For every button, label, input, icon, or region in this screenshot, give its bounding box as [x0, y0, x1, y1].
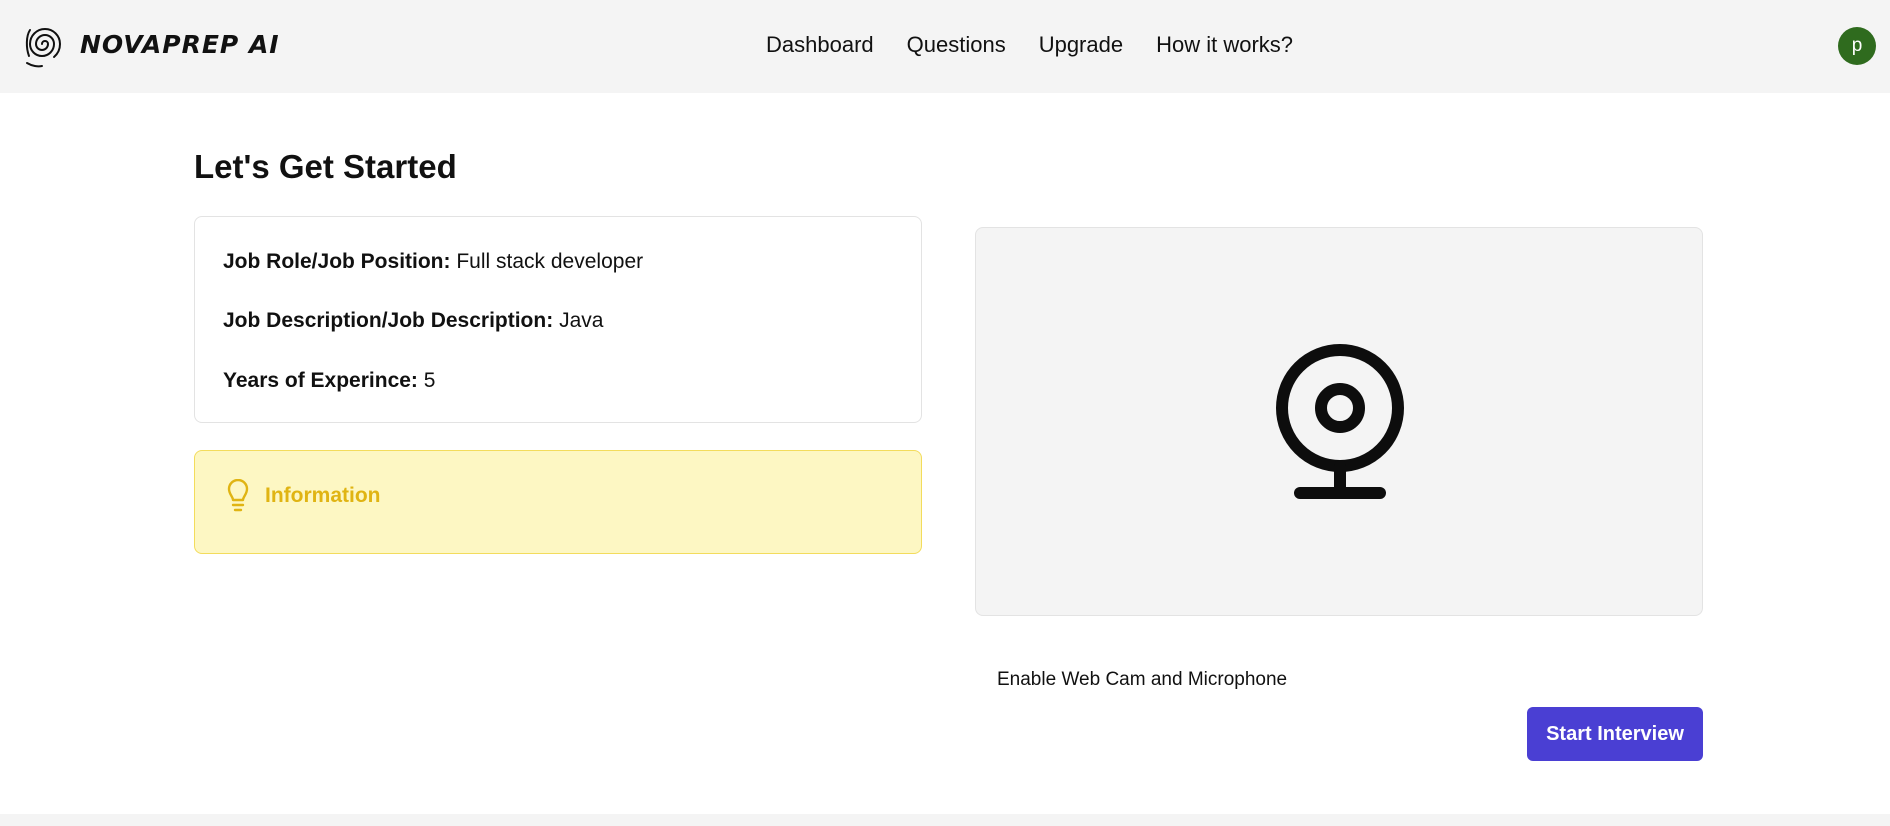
lightbulb-icon [227, 479, 249, 512]
job-role-row: Job Role/Job Position: Full stack develo… [223, 250, 643, 274]
user-avatar[interactable]: p [1838, 27, 1876, 65]
job-description-value: Java [559, 309, 604, 332]
job-role-value: Full stack developer [456, 250, 644, 273]
job-description-label: Job Description/Job Description: [223, 309, 554, 332]
years-experience-row: Years of Experince: 5 [223, 369, 435, 393]
main-nav: Dashboard Questions Upgrade How it works… [766, 32, 1326, 58]
start-interview-button[interactable]: Start Interview [1527, 707, 1703, 761]
interview-details-card: Job Role/Job Position: Full stack develo… [194, 216, 922, 423]
top-navbar: NOVAPREP AI Dashboard Questions Upgrade … [0, 0, 1890, 93]
webcam-preview [975, 227, 1703, 616]
nav-upgrade[interactable]: Upgrade [1039, 32, 1123, 58]
nav-dashboard[interactable]: Dashboard [766, 32, 874, 58]
brand-name: NOVAPREP AI [80, 29, 280, 59]
information-title: Information [265, 484, 381, 507]
job-role-label: Job Role/Job Position: [223, 250, 451, 273]
information-box: Information [194, 450, 922, 554]
nav-questions[interactable]: Questions [907, 32, 1006, 58]
webcam-icon [1276, 344, 1404, 499]
page-title: Let's Get Started [194, 148, 457, 185]
nav-how-it-works[interactable]: How it works? [1156, 32, 1293, 58]
years-experience-value: 5 [423, 369, 436, 392]
job-description-row: Job Description/Job Description: Java [223, 309, 603, 333]
footer-strip [0, 814, 1890, 826]
brand-logo[interactable]: NOVAPREP AI [24, 20, 280, 68]
enable-webcam-link[interactable]: Enable Web Cam and Microphone [997, 669, 1287, 691]
spiral-fingerprint-icon [25, 28, 62, 68]
years-experience-label: Years of Experince: [223, 369, 418, 392]
